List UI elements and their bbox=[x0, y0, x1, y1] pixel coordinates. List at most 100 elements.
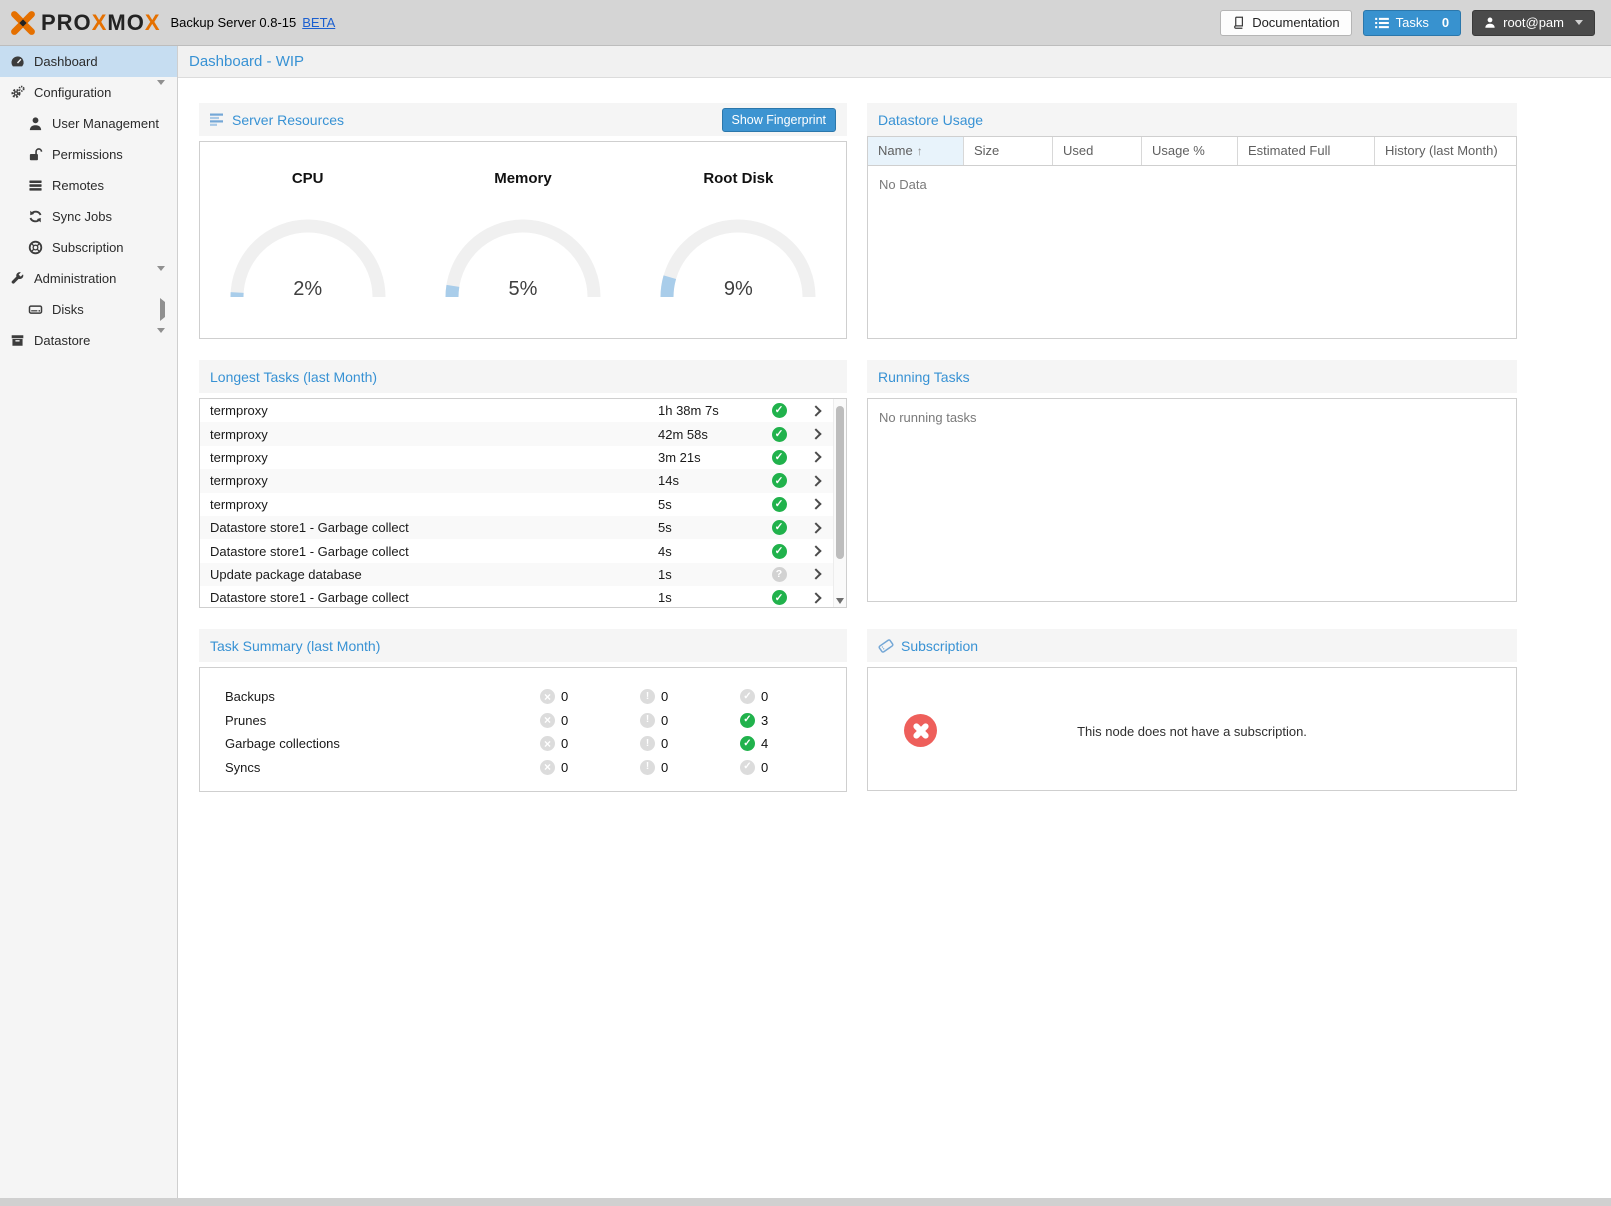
error-count-icon bbox=[540, 713, 555, 728]
bottom-border-strip bbox=[0, 1198, 1611, 1206]
status-ok-icon bbox=[772, 590, 787, 605]
sort-asc-icon: ↑ bbox=[917, 144, 923, 158]
logo-wordmark: PROXMOX bbox=[41, 10, 161, 36]
tachometer-icon bbox=[10, 54, 25, 69]
warning-count-icon bbox=[640, 736, 655, 751]
sidebar-item-disks[interactable]: Disks bbox=[0, 294, 177, 325]
task-list: termproxy 1h 38m 7s termproxy 42m 58s bbox=[200, 399, 846, 607]
scrollbar-thumb[interactable] bbox=[836, 406, 844, 559]
error-count-icon bbox=[540, 760, 555, 775]
error-count-icon bbox=[540, 689, 555, 704]
task-row[interactable]: Update package database 1s bbox=[200, 563, 846, 586]
show-fingerprint-button[interactable]: Show Fingerprint bbox=[722, 108, 837, 132]
sidebar-item-remotes[interactable]: Remotes bbox=[0, 170, 177, 201]
chevron-down-icon bbox=[1575, 20, 1583, 25]
ok-count-icon bbox=[740, 736, 755, 751]
longest-tasks-panel: Longest Tasks (last Month) termproxy 1h … bbox=[199, 360, 847, 608]
user-menu-button[interactable]: root@pam bbox=[1472, 10, 1595, 36]
status-ok-icon bbox=[772, 450, 787, 465]
vertical-scrollbar[interactable] bbox=[833, 399, 846, 607]
status-ok-icon bbox=[772, 520, 787, 535]
status-ok-icon bbox=[772, 403, 787, 418]
archive-box-icon bbox=[10, 333, 25, 348]
error-count-icon bbox=[540, 736, 555, 751]
beta-link[interactable]: BETA bbox=[302, 15, 335, 30]
chevron-right-icon bbox=[810, 592, 821, 603]
wrench-icon bbox=[10, 271, 25, 286]
status-ok-icon bbox=[772, 473, 787, 488]
task-row[interactable]: Datastore store1 - Garbage collect 1s bbox=[200, 586, 846, 607]
warning-count-icon bbox=[640, 713, 655, 728]
main-content: Dashboard - WIP Server Resources Show Fi… bbox=[178, 46, 1611, 1198]
ticket-icon bbox=[878, 639, 894, 653]
tasks-button[interactable]: Tasks 0 bbox=[1363, 10, 1461, 36]
column-header-size[interactable]: Size bbox=[964, 137, 1053, 165]
sidebar: Dashboard Configuration User Management … bbox=[0, 46, 178, 1198]
sidebar-item-datastore[interactable]: Datastore bbox=[0, 325, 177, 356]
panel-title: Task Summary (last Month) bbox=[210, 638, 380, 654]
task-row[interactable]: termproxy 1h 38m 7s bbox=[200, 399, 846, 422]
proxmox-logo: PROXMOX bbox=[10, 10, 161, 36]
ok-count-icon bbox=[740, 689, 755, 704]
running-tasks-panel: Running Tasks No running tasks bbox=[867, 360, 1517, 602]
task-row[interactable]: termproxy 42m 58s bbox=[200, 422, 846, 445]
column-header-usage-pct[interactable]: Usage % bbox=[1142, 137, 1238, 165]
task-list-icon bbox=[1375, 17, 1389, 29]
cpu-gauge-value: 2% bbox=[223, 278, 393, 301]
expand-arrow-icon[interactable] bbox=[160, 302, 165, 317]
status-ok-icon bbox=[772, 497, 787, 512]
panel-title: Subscription bbox=[901, 638, 978, 654]
column-header-name[interactable]: Name↑ bbox=[868, 137, 964, 165]
sync-arrows-icon bbox=[28, 209, 43, 224]
collapse-arrow-icon[interactable] bbox=[157, 271, 165, 286]
column-header-used[interactable]: Used bbox=[1053, 137, 1142, 165]
summary-row-backups: Backups 0 0 0 bbox=[200, 685, 846, 709]
chevron-right-icon bbox=[810, 428, 821, 439]
warning-count-icon bbox=[640, 689, 655, 704]
sidebar-item-configuration[interactable]: Configuration bbox=[0, 77, 177, 108]
task-row[interactable]: termproxy 5s bbox=[200, 493, 846, 516]
sidebar-item-administration[interactable]: Administration bbox=[0, 263, 177, 294]
book-icon bbox=[1232, 16, 1245, 29]
subscription-message: This node does not have a subscription. bbox=[868, 724, 1516, 739]
sidebar-item-user-management[interactable]: User Management bbox=[0, 108, 177, 139]
sidebar-item-dashboard[interactable]: Dashboard bbox=[0, 46, 177, 77]
chevron-right-icon bbox=[810, 522, 821, 533]
column-header-history[interactable]: History (last Month) bbox=[1375, 137, 1516, 165]
root-disk-gauge: Root Disk 9% bbox=[631, 170, 846, 338]
warning-count-icon bbox=[640, 760, 655, 775]
sidebar-item-subscription[interactable]: Subscription bbox=[0, 232, 177, 263]
subscription-panel: Subscription This node does not have a s… bbox=[867, 629, 1517, 791]
proxmox-x-icon bbox=[10, 10, 36, 36]
summary-row-garbage-collections: Garbage collections 0 0 4 bbox=[200, 732, 846, 756]
gears-icon bbox=[10, 85, 25, 100]
chevron-right-icon bbox=[810, 545, 821, 556]
tasks-count-badge: 0 bbox=[1442, 15, 1449, 30]
memory-gauge-value: 5% bbox=[438, 278, 608, 301]
chevron-right-icon bbox=[810, 475, 821, 486]
panel-title: Longest Tasks (last Month) bbox=[210, 369, 377, 385]
topbar: PROXMOX Backup Server 0.8-15 BETA Docume… bbox=[0, 0, 1611, 46]
task-row[interactable]: termproxy 14s bbox=[200, 469, 846, 492]
collapse-arrow-icon[interactable] bbox=[157, 333, 165, 348]
task-row[interactable]: Datastore store1 - Garbage collect 4s bbox=[200, 539, 846, 562]
scrollbar-down-arrow[interactable] bbox=[836, 598, 844, 604]
panel-title: Datastore Usage bbox=[878, 112, 983, 128]
column-header-estimated-full[interactable]: Estimated Full bbox=[1238, 137, 1375, 165]
collapse-arrow-icon[interactable] bbox=[157, 85, 165, 100]
documentation-button[interactable]: Documentation bbox=[1220, 10, 1351, 36]
datastore-usage-panel: Datastore Usage Name↑ Size Used Usage % … bbox=[867, 103, 1517, 339]
server-resources-panel: Server Resources Show Fingerprint CPU bbox=[199, 103, 847, 339]
task-row[interactable]: Datastore store1 - Garbage collect 5s bbox=[200, 516, 846, 539]
resource-bars-icon bbox=[210, 113, 225, 126]
task-row[interactable]: termproxy 3m 21s bbox=[200, 446, 846, 469]
summary-row-prunes: Prunes 0 0 3 bbox=[200, 709, 846, 733]
ok-count-icon bbox=[740, 713, 755, 728]
status-ok-icon bbox=[772, 544, 787, 559]
chevron-right-icon bbox=[810, 405, 821, 416]
root-disk-gauge-value: 9% bbox=[653, 278, 823, 301]
task-summary-panel: Task Summary (last Month) Backups 0 0 0 … bbox=[199, 629, 847, 792]
sidebar-item-sync-jobs[interactable]: Sync Jobs bbox=[0, 201, 177, 232]
sidebar-item-permissions[interactable]: Permissions bbox=[0, 139, 177, 170]
product-version-label: Backup Server 0.8-15 bbox=[171, 15, 297, 30]
